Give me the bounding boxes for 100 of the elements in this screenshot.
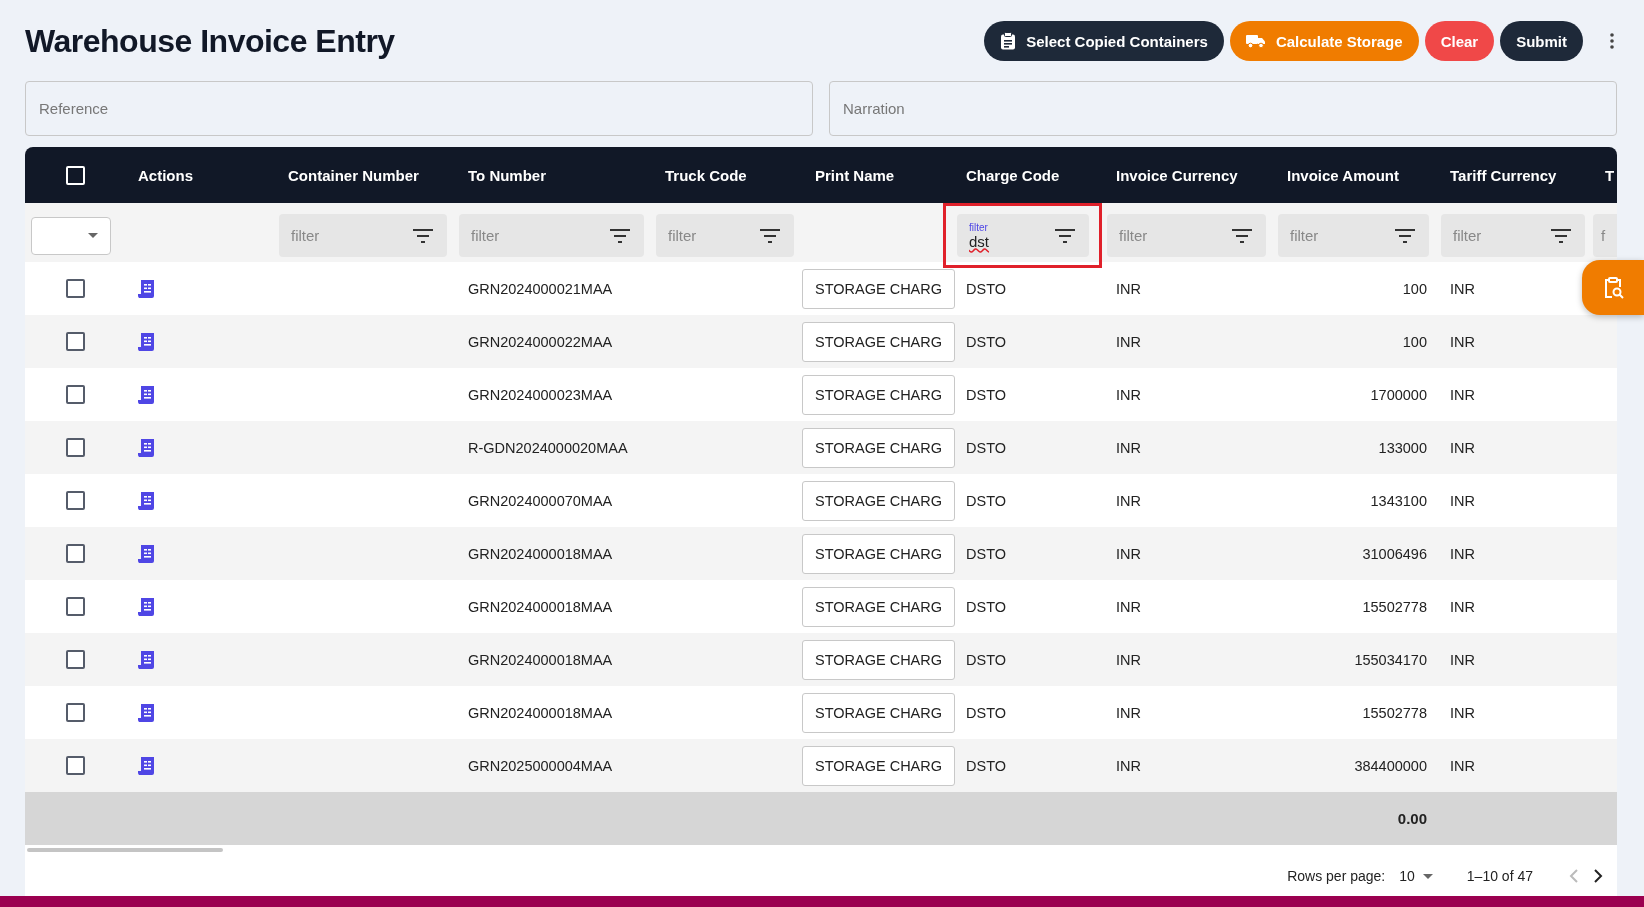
table-cell: INR <box>1450 386 1475 403</box>
print-name-input[interactable]: STORAGE CHARG <box>802 745 956 786</box>
action-button[interactable]: Clear <box>1424 21 1495 61</box>
table-cell: INR <box>1450 651 1475 668</box>
filter-icon <box>760 228 780 243</box>
dropdown-caret-icon <box>88 233 98 238</box>
action-button[interactable]: Select Copied Containers <box>984 21 1224 61</box>
receipt-icon[interactable] <box>138 437 156 458</box>
table-cell: INR <box>1450 704 1475 721</box>
table-cell: 1343100 <box>1370 492 1427 509</box>
truck-icon <box>1245 33 1266 49</box>
select-all-checkbox[interactable] <box>65 165 85 185</box>
column-header: Invoice Currency <box>1116 166 1238 184</box>
receipt-icon[interactable] <box>138 755 156 776</box>
row-checkbox[interactable] <box>65 650 85 669</box>
filter-icon <box>1055 228 1075 243</box>
row-checkbox[interactable] <box>65 597 85 616</box>
table-cell: INR <box>1116 386 1141 403</box>
table-cell: INR <box>1116 704 1141 721</box>
filter-icon <box>1232 228 1252 243</box>
table-cell: INR <box>1450 545 1475 562</box>
table-cell: DSTO <box>966 704 1007 721</box>
row-checkbox[interactable] <box>65 332 85 351</box>
clipboard-list-icon <box>1000 32 1017 50</box>
column-header: Charge Code <box>966 166 1060 184</box>
table-cell: 1700000 <box>1370 386 1427 403</box>
table-cell: INR <box>1116 598 1141 615</box>
table-cell: GRN2025000004MAA <box>468 757 613 774</box>
table-cell: INR <box>1450 492 1475 509</box>
column-header: To Number <box>468 166 547 184</box>
row-checkbox[interactable] <box>65 438 85 457</box>
text-field[interactable]: Narration <box>829 81 1617 136</box>
table-cell: INR <box>1450 598 1475 615</box>
print-name-input[interactable]: STORAGE CHARG <box>802 321 956 362</box>
table-cell: 100 <box>1402 333 1427 350</box>
print-name-input[interactable]: STORAGE CHARG <box>802 480 956 521</box>
action-button[interactable]: Submit <box>1500 21 1583 61</box>
table-cell: DSTO <box>966 386 1007 403</box>
table-cell: GRN2024000070MAA <box>468 492 613 509</box>
horizontal-scrollbar[interactable] <box>27 848 223 852</box>
table-cell: DSTO <box>966 651 1007 668</box>
receipt-icon[interactable] <box>138 384 156 405</box>
row-checkbox[interactable] <box>65 491 85 510</box>
receipt-icon[interactable] <box>138 331 156 352</box>
print-name-input[interactable]: STORAGE CHARG <box>802 533 956 574</box>
row-checkbox[interactable] <box>65 756 85 775</box>
row-checkbox[interactable] <box>65 544 85 563</box>
table-cell: 31006496 <box>1362 545 1427 562</box>
receipt-icon[interactable] <box>138 596 156 617</box>
print-name-input[interactable]: STORAGE CHARG <box>802 374 956 415</box>
table-cell: R-GDN2024000020MAA <box>468 439 628 456</box>
column-header: Truck Code <box>665 166 747 184</box>
row-checkbox[interactable] <box>65 385 85 404</box>
table-cell: 15502778 <box>1362 598 1427 615</box>
print-name-input[interactable]: STORAGE CHARG <box>802 639 956 680</box>
table-cell: INR <box>1116 492 1141 509</box>
more-menu-icon[interactable] <box>1609 32 1615 50</box>
table-cell: INR <box>1116 651 1141 668</box>
total-amount: 0.00 <box>1397 810 1427 827</box>
filter-icon <box>610 228 630 243</box>
table-cell: 155034170 <box>1354 651 1427 668</box>
text-field[interactable]: Reference <box>25 81 813 136</box>
next-page-icon[interactable] <box>1593 869 1603 883</box>
table-cell: DSTO <box>966 333 1007 350</box>
filter-field[interactable]: filter dst <box>957 214 1089 257</box>
clipboard-search-button[interactable] <box>1582 260 1644 315</box>
table-cell: GRN2024000021MAA <box>468 280 613 297</box>
table-cell: INR <box>1450 757 1475 774</box>
receipt-icon[interactable] <box>138 278 156 299</box>
table-cell: INR <box>1450 280 1475 297</box>
print-name-input[interactable]: STORAGE CHARG <box>802 268 956 309</box>
table-cell: DSTO <box>966 598 1007 615</box>
receipt-icon[interactable] <box>138 543 156 564</box>
table-cell: 384400000 <box>1354 757 1427 774</box>
table-cell: 15502778 <box>1362 704 1427 721</box>
filter-icon <box>1551 228 1571 243</box>
table-cell: GRN2024000023MAA <box>468 386 613 403</box>
table-cell: GRN2024000018MAA <box>468 598 613 615</box>
table-cell: DSTO <box>966 492 1007 509</box>
table-cell: INR <box>1116 439 1141 456</box>
table-cell: GRN2024000022MAA <box>468 333 613 350</box>
row-checkbox[interactable] <box>65 703 85 722</box>
table-cell: DSTO <box>966 545 1007 562</box>
table-cell: 133000 <box>1378 439 1427 456</box>
column-header: Print Name <box>815 166 895 184</box>
column-header: Tariff Currency <box>1450 166 1557 184</box>
print-name-input[interactable]: STORAGE CHARG <box>802 692 956 733</box>
receipt-icon[interactable] <box>138 490 156 511</box>
print-name-input[interactable]: STORAGE CHARG <box>802 586 956 627</box>
table-cell: 100 <box>1402 280 1427 297</box>
table-cell: DSTO <box>966 757 1007 774</box>
row-checkbox[interactable] <box>65 279 85 298</box>
receipt-icon[interactable] <box>138 649 156 670</box>
print-name-input[interactable]: STORAGE CHARG <box>802 427 956 468</box>
table-cell: INR <box>1450 439 1475 456</box>
dropdown-caret-icon <box>1422 873 1433 879</box>
receipt-icon[interactable] <box>138 702 156 723</box>
rows-per-page-select[interactable]: 10 <box>1399 868 1433 884</box>
filter-icon <box>413 228 433 243</box>
table-cell: INR <box>1116 333 1141 350</box>
